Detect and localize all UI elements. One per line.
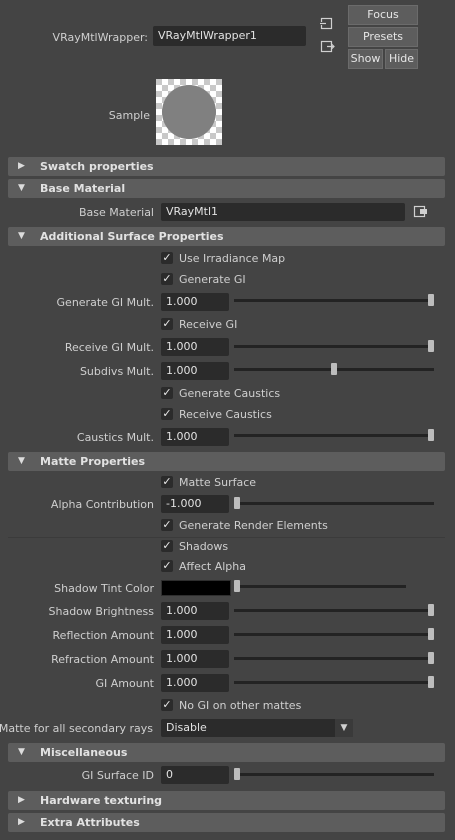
alpha-contribution-handle[interactable] — [234, 497, 240, 509]
affect-alpha-checkbox[interactable]: ✓ — [161, 560, 173, 572]
base-material-map-icon[interactable] — [413, 205, 428, 218]
shadow-tint-label: Shadow Tint Color — [54, 582, 154, 595]
gi-amount-field[interactable]: 1.000 — [161, 674, 229, 692]
refraction-amount-handle[interactable] — [428, 652, 434, 664]
base-material-field[interactable]: VRayMtl1 — [161, 203, 405, 221]
section-base-material[interactable]: ▼ Base Material — [8, 179, 445, 198]
reflection-amount-slider[interactable] — [234, 633, 434, 636]
dropdown-arrow-icon: ▼ — [335, 719, 353, 737]
caustics-mult-field[interactable]: 1.000 — [161, 428, 229, 446]
shadows-checkbox[interactable]: ✓ — [161, 540, 173, 552]
section-extra-attributes[interactable]: ▶ Extra Attributes — [8, 813, 445, 832]
shadow-tint-handle[interactable] — [234, 580, 240, 592]
generate-render-elements-checkbox[interactable]: ✓ — [161, 519, 173, 531]
receive-gi-mult-label: Receive GI Mult. — [64, 341, 154, 354]
receive-gi-checkbox[interactable]: ✓ — [161, 318, 173, 330]
gi-surface-id-label: GI Surface ID — [81, 769, 154, 782]
caustics-mult-handle[interactable] — [428, 429, 434, 441]
hide-button[interactable]: Hide — [385, 49, 418, 69]
output-connection-icon[interactable] — [320, 40, 335, 53]
node-name-field[interactable]: VRayMtlWrapper1 — [153, 26, 306, 46]
section-miscellaneous[interactable]: ▼ Miscellaneous — [8, 743, 445, 762]
caustics-mult-label: Caustics Mult. — [76, 431, 154, 444]
gi-amount-label: GI Amount — [95, 677, 155, 690]
expanded-arrow-icon: ▼ — [18, 183, 25, 193]
caustics-mult-slider[interactable] — [234, 434, 434, 437]
generate-gi-mult-handle[interactable] — [428, 294, 434, 306]
use-irradiance-checkbox[interactable]: ✓ — [161, 252, 173, 264]
generate-render-elements-label: Generate Render Elements — [179, 519, 328, 532]
subdivs-mult-label: Subdivs Mult. — [79, 365, 154, 378]
matte-secondary-dropdown[interactable]: Disable ▼ — [161, 719, 353, 737]
matte-secondary-label: Matte for all secondary rays — [0, 722, 153, 735]
base-material-label: Base Material — [79, 206, 154, 219]
affect-alpha-label: Affect Alpha — [179, 560, 247, 573]
generate-gi-mult-label: Generate GI Mult. — [56, 296, 154, 309]
reflection-amount-label: Reflection Amount — [52, 629, 154, 642]
generate-gi-label: Generate GI — [179, 273, 246, 286]
receive-gi-label: Receive GI — [179, 318, 238, 331]
subdivs-mult-field[interactable]: 1.000 — [161, 362, 229, 380]
expanded-arrow-icon: ▼ — [18, 747, 25, 757]
generate-gi-checkbox[interactable]: ✓ — [161, 273, 173, 285]
shadow-brightness-slider[interactable] — [234, 609, 434, 612]
node-name-label: VRayMtlWrapper: — [52, 31, 148, 44]
gi-amount-slider[interactable] — [234, 681, 434, 684]
shadow-brightness-handle[interactable] — [428, 604, 434, 616]
matte-divider — [8, 537, 445, 538]
section-matte-properties[interactable]: ▼ Matte Properties — [8, 452, 445, 471]
presets-button[interactable]: Presets — [348, 27, 418, 47]
reflection-amount-handle[interactable] — [428, 628, 434, 640]
gi-surface-id-slider[interactable] — [234, 773, 434, 776]
receive-caustics-checkbox[interactable]: ✓ — [161, 408, 173, 420]
matte-surface-label: Matte Surface — [179, 476, 257, 489]
expanded-arrow-icon: ▼ — [18, 456, 25, 466]
subdivs-mult-handle[interactable] — [331, 363, 337, 375]
reflection-amount-field[interactable]: 1.000 — [161, 626, 229, 644]
alpha-contribution-slider[interactable] — [234, 502, 434, 505]
receive-gi-mult-slider[interactable] — [234, 345, 434, 348]
alpha-contribution-label: Alpha Contribution — [50, 498, 154, 511]
section-hardware-texturing[interactable]: ▶ Hardware texturing — [8, 791, 445, 810]
refraction-amount-label: Refraction Amount — [51, 653, 154, 666]
generate-gi-mult-slider[interactable] — [234, 299, 434, 302]
use-irradiance-label: Use Irradiance Map — [179, 252, 286, 265]
gi-amount-handle[interactable] — [428, 676, 434, 688]
show-button[interactable]: Show — [348, 49, 383, 69]
shadows-label: Shadows — [179, 540, 229, 553]
input-connection-icon[interactable] — [320, 17, 333, 30]
gi-surface-id-field[interactable]: 0 — [161, 766, 229, 784]
generate-gi-mult-field[interactable]: 1.000 — [161, 293, 229, 311]
matte-secondary-value: Disable — [166, 721, 207, 734]
receive-gi-mult-handle[interactable] — [428, 340, 434, 352]
focus-button[interactable]: Focus — [348, 5, 418, 25]
section-swatch-properties[interactable]: ▶ Swatch properties — [8, 157, 445, 176]
shadow-tint-swatch[interactable] — [161, 580, 231, 596]
section-additional-surface[interactable]: ▼ Additional Surface Properties — [8, 227, 445, 246]
refraction-amount-field[interactable]: 1.000 — [161, 650, 229, 668]
expanded-arrow-icon: ▼ — [18, 231, 25, 241]
sample-label: Sample — [108, 109, 150, 122]
generate-caustics-label: Generate Caustics — [179, 387, 281, 400]
alpha-contribution-field[interactable]: -1.000 — [161, 495, 229, 513]
refraction-amount-slider[interactable] — [234, 657, 434, 660]
matte-surface-checkbox[interactable]: ✓ — [161, 476, 173, 488]
no-gi-other-mattes-checkbox[interactable]: ✓ — [161, 699, 173, 711]
matte-secondary-label-clip: Matte for all secondary rays — [0, 720, 155, 736]
receive-gi-mult-field[interactable]: 1.000 — [161, 338, 229, 356]
no-gi-other-mattes-label: No GI on other mattes — [179, 699, 302, 712]
generate-caustics-checkbox[interactable]: ✓ — [161, 387, 173, 399]
shadow-brightness-field[interactable]: 1.000 — [161, 602, 229, 620]
collapsed-arrow-icon: ▶ — [18, 795, 25, 805]
receive-caustics-label: Receive Caustics — [179, 408, 272, 421]
collapsed-arrow-icon: ▶ — [18, 817, 25, 827]
shadow-brightness-label: Shadow Brightness — [48, 605, 155, 618]
material-swatch[interactable] — [156, 79, 222, 145]
collapsed-arrow-icon: ▶ — [18, 161, 25, 171]
gi-surface-id-handle[interactable] — [234, 768, 240, 780]
shadow-tint-slider[interactable] — [234, 585, 406, 588]
